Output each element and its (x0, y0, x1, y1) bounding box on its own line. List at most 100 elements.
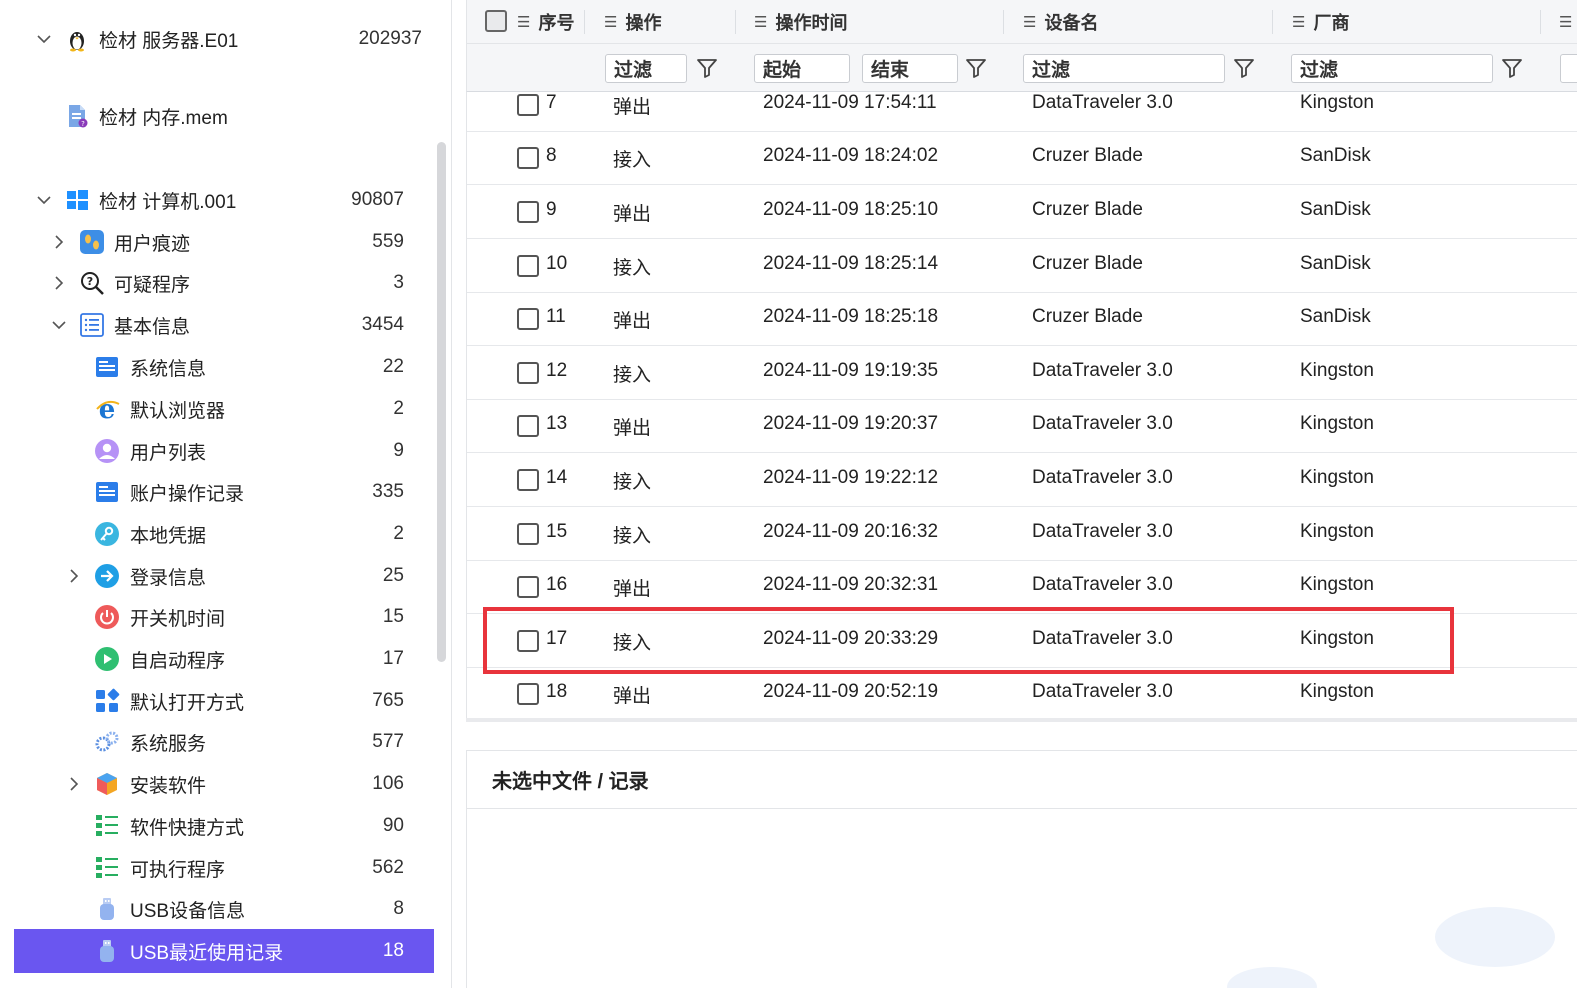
table-row[interactable]: 17 接入 2024-11-09 20:33:29 DataTraveler 3.0 K… (467, 614, 1577, 668)
tree-item[interactable]: e 默认浏览器 2 (14, 389, 434, 429)
table-row[interactable]: 10 接入 2024-11-09 18:25:14 Cruzer Blade SanDi… (467, 239, 1577, 293)
user-avatar-icon (94, 438, 120, 464)
row-checkbox[interactable] (517, 683, 539, 705)
column-header-time[interactable]: ☰ 操作时间 (754, 0, 847, 44)
tree-item[interactable]: 系统服务 577 (14, 722, 434, 762)
row-checkbox[interactable] (517, 415, 539, 437)
filter-funnel-icon[interactable] (695, 56, 719, 80)
table-scrollbar-track[interactable] (466, 718, 1577, 722)
chevron-down-icon[interactable] (34, 190, 54, 210)
apps-grid-icon (94, 688, 120, 714)
tree-item[interactable]: 软件快捷方式 90 (14, 806, 434, 846)
row-checkbox[interactable] (517, 147, 539, 169)
op-filter-input[interactable]: 过滤 (605, 54, 687, 83)
next-filter-input[interactable] (1560, 54, 1577, 83)
tree-item[interactable]: 安装软件 106 (14, 764, 434, 804)
table-row[interactable]: 12 接入 2024-11-09 19:19:35 DataTraveler 3.0 K… (467, 346, 1577, 400)
table-row[interactable]: 16 弹出 2024-11-09 20:32:31 DataTraveler 3.0 K… (467, 560, 1577, 614)
cell-op: 接入 (613, 526, 652, 547)
column-header-op[interactable]: ☰ 操作 (604, 0, 661, 44)
tree-item[interactable]: 检材 计算机.001 90807 (14, 180, 434, 220)
tree-item[interactable]: 用户列表 9 (14, 431, 434, 471)
table-row[interactable]: 7 弹出 2024-11-09 17:54:11 DataTraveler 3.0 Ki… (467, 92, 1577, 132)
column-menu-icon[interactable]: ☰ (1559, 0, 1577, 44)
tree-item[interactable]: 登录信息 25 (14, 556, 434, 596)
filter-funnel-icon[interactable] (964, 56, 988, 80)
empty-illustration (1435, 907, 1555, 967)
filter-funnel-icon[interactable] (1232, 56, 1256, 80)
cell-op: 接入 (613, 365, 652, 386)
cell-no: 8 (546, 145, 557, 166)
row-checkbox[interactable] (517, 255, 539, 277)
chevron-down-icon[interactable] (34, 29, 54, 49)
row-checkbox[interactable] (517, 469, 539, 491)
chevron-right-icon[interactable] (49, 232, 69, 252)
column-menu-icon[interactable]: ☰ (517, 13, 530, 31)
tree-item[interactable]: 检材 服务器.E01 202937 (14, 19, 434, 59)
table-row[interactable]: 8 接入 2024-11-09 18:24:02 Cruzer Blade SanDis… (467, 131, 1577, 185)
vendor-filter-input[interactable]: 过滤 (1291, 54, 1493, 83)
column-menu-icon[interactable]: ☰ (754, 13, 767, 31)
column-header-no[interactable]: ☰ 序号 (517, 0, 574, 44)
row-checkbox[interactable] (517, 362, 539, 384)
row-checkbox[interactable] (517, 308, 539, 330)
tree-item[interactable]: 账户操作记录 335 (14, 472, 434, 512)
chevron-down-icon[interactable] (49, 315, 69, 335)
tree-item[interactable]: 默认打开方式 765 (14, 681, 434, 721)
tree-item-label: 系统信息 (130, 358, 207, 380)
tree-item-label: 基本信息 (114, 316, 191, 338)
tree-item[interactable]: 本地凭据 2 (14, 514, 434, 554)
cell-device: Cruzer Blade (1032, 199, 1143, 220)
tree-item[interactable]: 系统信息 22 (14, 347, 434, 387)
tree-scrollbar[interactable] (437, 142, 446, 662)
tree-item[interactable]: USB最近使用记录 18 (14, 929, 434, 973)
tree-item-count: 22 (382, 356, 404, 377)
cell-vendor: SanDisk (1300, 306, 1371, 327)
tree-item[interactable]: USB设备信息 8 (14, 889, 434, 929)
tree-item[interactable]: 可执行程序 562 (14, 848, 434, 888)
column-header-device[interactable]: ☰ 设备名 (1023, 0, 1098, 44)
table-row[interactable]: 15 接入 2024-11-09 20:16:32 DataTraveler 3.0 K… (467, 507, 1577, 561)
tree-item-count: 2 (393, 523, 404, 544)
tree-item-label: 账户操作记录 (130, 483, 245, 505)
row-checkbox[interactable] (517, 630, 539, 652)
tree-item-count: 90 (382, 815, 404, 836)
table-row[interactable]: 11 弹出 2024-11-09 18:25:18 Cruzer Blade SanDi… (467, 292, 1577, 346)
column-menu-icon[interactable]: ☰ (1292, 13, 1305, 31)
column-menu-icon[interactable]: ☰ (604, 13, 617, 31)
tree-item[interactable]: ? 检材 内存.mem (14, 96, 434, 136)
filter-row: 过滤 起始 结束 过滤 过滤 (466, 44, 1577, 92)
tree-item[interactable]: 开关机时间 15 (14, 597, 434, 637)
cell-vendor: SanDisk (1300, 145, 1371, 166)
time-end-input[interactable]: 结束 (862, 54, 958, 83)
table-row[interactable]: 14 接入 2024-11-09 19:22:12 DataTraveler 3.0 K… (467, 453, 1577, 507)
device-filter-input[interactable]: 过滤 (1023, 54, 1225, 83)
tree-item-count: 577 (372, 731, 404, 752)
cell-vendor: Kingston (1300, 574, 1374, 595)
chevron-right-icon[interactable] (64, 774, 84, 794)
tree-item[interactable]: 自启动程序 17 (14, 639, 434, 679)
table-row[interactable]: 13 弹出 2024-11-09 19:20:37 DataTraveler 3.0 K… (467, 399, 1577, 453)
table-row[interactable]: 9 弹出 2024-11-09 18:25:10 Cruzer Blade SanDis… (467, 185, 1577, 239)
chevron-right-icon[interactable] (49, 273, 69, 293)
row-checkbox[interactable] (517, 576, 539, 598)
time-start-input[interactable]: 起始 (754, 54, 850, 83)
filter-funnel-icon[interactable] (1500, 56, 1524, 80)
column-header-vendor[interactable]: ☰ 厂商 (1292, 0, 1349, 44)
chevron-right-icon[interactable] (64, 566, 84, 586)
select-all-checkbox[interactable] (485, 10, 507, 32)
row-checkbox[interactable] (517, 523, 539, 545)
cell-time: 2024-11-09 18:25:14 (763, 253, 939, 274)
row-checkbox[interactable] (517, 94, 539, 116)
column-menu-icon[interactable]: ☰ (1023, 13, 1036, 31)
tree-item[interactable]: 用户痕迹 559 (14, 222, 434, 262)
table-row[interactable]: 18 弹出 2024-11-09 20:52:19 DataTraveler 3.0 K… (467, 667, 1577, 720)
usb-drive-icon (94, 938, 120, 964)
tree-item-label: 系统服务 (130, 733, 207, 755)
tree-item-count: 562 (372, 857, 404, 878)
cell-no: 11 (546, 306, 566, 327)
svg-text:?: ? (87, 275, 93, 288)
row-checkbox[interactable] (517, 201, 539, 223)
tree-item[interactable]: ? 可疑程序 3 (14, 263, 434, 303)
tree-item[interactable]: 基本信息 3454 (14, 305, 434, 345)
